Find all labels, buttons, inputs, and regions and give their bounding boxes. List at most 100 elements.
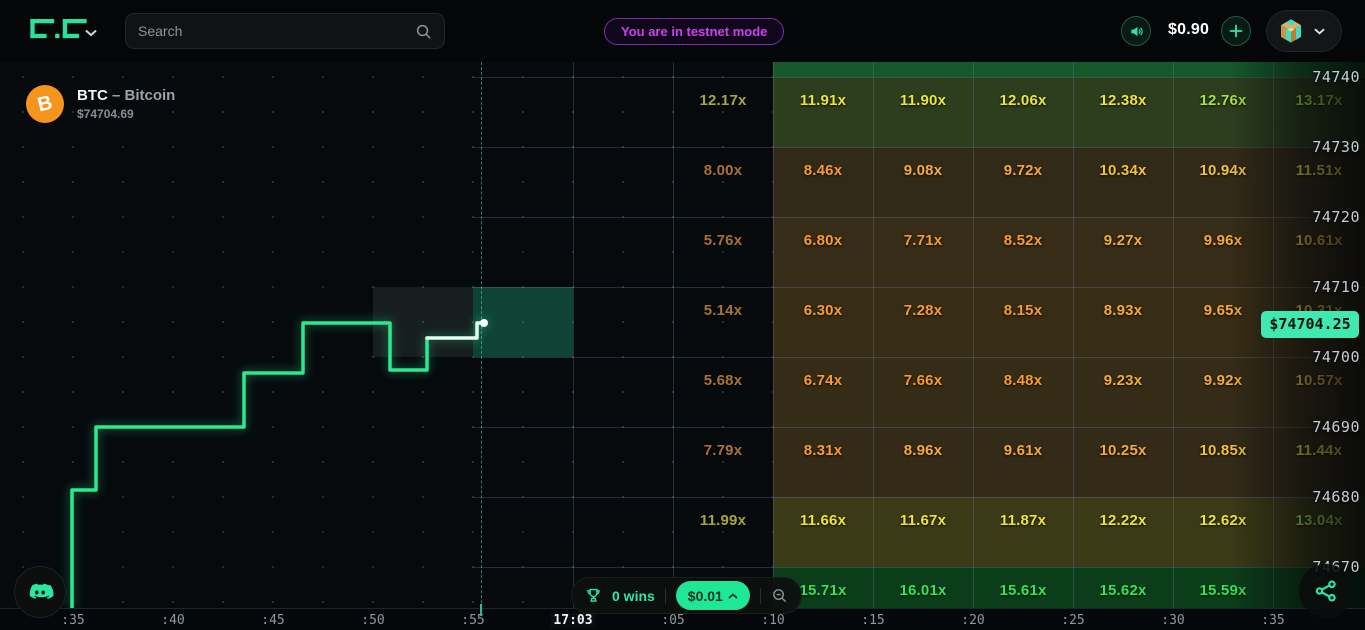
time-axis-label: :45 bbox=[261, 613, 284, 628]
price-axis-label: 74690 bbox=[1312, 418, 1360, 436]
multiplier-cell[interactable]: 5.14x bbox=[673, 287, 773, 357]
multiplier-cell[interactable]: 6.80x bbox=[773, 217, 873, 287]
multiplier-cell[interactable]: 10.34x bbox=[1073, 147, 1173, 217]
bitcoin-icon: B bbox=[26, 85, 64, 123]
gridline bbox=[1173, 62, 1174, 608]
multiplier-cell[interactable]: 7.28x bbox=[873, 287, 973, 357]
multiplier-cell[interactable]: 12.38x bbox=[1073, 77, 1173, 147]
multiplier-value: 5.14x bbox=[704, 302, 743, 319]
multiplier-value: 12.22x bbox=[1099, 512, 1146, 529]
multiplier-cell[interactable]: 12.22x bbox=[1073, 497, 1173, 567]
multiplier-value: 8.00x bbox=[704, 162, 743, 179]
time-axis-label: :25 bbox=[1061, 613, 1084, 628]
current-time-line bbox=[481, 62, 482, 608]
price-axis-label: 74740 bbox=[1312, 68, 1360, 86]
multiplier-value: 8.52x bbox=[1004, 232, 1043, 249]
multiplier-cell[interactable]: 15.61x bbox=[973, 567, 1073, 608]
multiplier-value: 8.15x bbox=[1004, 302, 1043, 319]
sound-button[interactable] bbox=[1121, 16, 1151, 46]
deposit-button[interactable] bbox=[1221, 16, 1251, 46]
multiplier-cell[interactable]: 5.76x bbox=[673, 217, 773, 287]
discord-button[interactable] bbox=[14, 566, 66, 618]
multiplier-cell[interactable]: 16.01x bbox=[873, 567, 973, 608]
search-box[interactable] bbox=[125, 13, 445, 49]
gridline bbox=[1073, 62, 1074, 608]
multiplier-cell[interactable]: 11.99x bbox=[673, 497, 773, 567]
multiplier-cell[interactable]: 9.23x bbox=[1073, 357, 1173, 427]
time-axis-label: :40 bbox=[161, 613, 184, 628]
multiplier-cell[interactable]: 9.61x bbox=[973, 427, 1073, 497]
multiplier-cell[interactable]: 6.30x bbox=[773, 287, 873, 357]
multiplier-value: 15.62x bbox=[1099, 582, 1146, 599]
multiplier-cell[interactable]: 9.08x bbox=[873, 147, 973, 217]
bet-box-pending[interactable] bbox=[373, 287, 473, 357]
multiplier-value: 8.46x bbox=[804, 162, 843, 179]
gridline bbox=[973, 62, 974, 608]
multiplier-value: 9.61x bbox=[1004, 442, 1043, 459]
zoom-out-icon[interactable] bbox=[771, 587, 788, 604]
multiplier-cell[interactable]: 7.79x bbox=[673, 427, 773, 497]
price-chart-area: 12.17x11.91x11.90x12.06x12.38x12.76x13.1… bbox=[0, 62, 1365, 608]
multiplier-cell[interactable]: 11.87x bbox=[973, 497, 1073, 567]
time-axis-label: :50 bbox=[361, 613, 384, 628]
multiplier-cell[interactable]: 12.06x bbox=[973, 77, 1073, 147]
time-axis-label: :20 bbox=[961, 613, 984, 628]
logo[interactable] bbox=[30, 19, 88, 45]
multiplier-value: 16.01x bbox=[899, 582, 946, 599]
multiplier-cell[interactable]: 11.90x bbox=[873, 77, 973, 147]
price-axis-label: 74720 bbox=[1312, 208, 1360, 226]
multiplier-value: 9.23x bbox=[1104, 372, 1143, 389]
multiplier-value: 12.38x bbox=[1099, 92, 1146, 109]
multiplier-value: 11.67x bbox=[900, 512, 946, 529]
multiplier-cell[interactable]: 7.71x bbox=[873, 217, 973, 287]
time-axis-label: :10 bbox=[761, 613, 784, 628]
multiplier-value: 7.66x bbox=[904, 372, 943, 389]
share-button[interactable] bbox=[1299, 564, 1353, 618]
multiplier-cell[interactable]: 8.96x bbox=[873, 427, 973, 497]
multiplier-cell[interactable]: 8.52x bbox=[973, 217, 1073, 287]
multiplier-value: 11.90x bbox=[900, 92, 946, 109]
multiplier-cell[interactable]: 11.67x bbox=[873, 497, 973, 567]
multiplier-cell[interactable]: 8.31x bbox=[773, 427, 873, 497]
multiplier-cell[interactable]: 15.62x bbox=[1073, 567, 1173, 608]
price-axis-label: 74710 bbox=[1312, 278, 1360, 296]
search-input[interactable] bbox=[126, 23, 415, 39]
multiplier-value: 11.87x bbox=[1000, 512, 1046, 529]
multiplier-value: 8.31x bbox=[804, 442, 843, 459]
chevron-down-icon bbox=[1313, 27, 1326, 36]
multiplier-cell[interactable]: 5.68x bbox=[673, 357, 773, 427]
multiplier-cell[interactable]: 8.48x bbox=[973, 357, 1073, 427]
current-price-tag: $74704.25 bbox=[1261, 311, 1359, 338]
trading-game-app: 12.17x11.91x11.90x12.06x12.38x12.76x13.1… bbox=[0, 0, 1365, 630]
bet-controls-bar: 0 wins $0.01 bbox=[571, 577, 802, 614]
multiplier-cell[interactable]: 12.17x bbox=[673, 77, 773, 147]
bet-amount-button[interactable]: $0.01 bbox=[676, 581, 750, 610]
speaker-icon bbox=[1129, 24, 1144, 39]
multiplier-cell[interactable]: 8.46x bbox=[773, 147, 873, 217]
multiplier-cell[interactable]: 11.66x bbox=[773, 497, 873, 567]
balance-amount: $0.90 bbox=[1168, 21, 1218, 39]
multiplier-value: 5.76x bbox=[704, 232, 743, 249]
multiplier-cell[interactable]: 9.72x bbox=[973, 147, 1073, 217]
chevron-down-icon[interactable] bbox=[84, 25, 98, 43]
multiplier-cell[interactable]: 8.93x bbox=[1073, 287, 1173, 357]
gridline bbox=[873, 62, 874, 608]
multiplier-cell[interactable]: 11.91x bbox=[773, 77, 873, 147]
multiplier-cell[interactable]: 7.66x bbox=[873, 357, 973, 427]
time-axis-label: :30 bbox=[1161, 613, 1184, 628]
multiplier-cell[interactable]: 9.27x bbox=[1073, 217, 1173, 287]
multiplier-cell[interactable]: 8.15x bbox=[973, 287, 1073, 357]
multiplier-value: 15.71x bbox=[799, 582, 846, 599]
multiplier-value: 10.34x bbox=[1099, 162, 1146, 179]
profile-menu[interactable] bbox=[1266, 10, 1342, 52]
current-time-tick bbox=[480, 604, 482, 616]
discord-icon bbox=[26, 578, 54, 606]
top-bar: You are in testnet mode $0.90 bbox=[0, 0, 1365, 62]
asset-symbol: BTC bbox=[77, 87, 108, 104]
multiplier-cell[interactable]: 6.74x bbox=[773, 357, 873, 427]
multiplier-cell[interactable]: 10.25x bbox=[1073, 427, 1173, 497]
current-time-label: 17:03 bbox=[550, 613, 595, 628]
multiplier-cell[interactable]: 8.00x bbox=[673, 147, 773, 217]
asset-header: B BTC – Bitcoin $74704.69 bbox=[26, 85, 175, 123]
bet-box-active[interactable] bbox=[473, 287, 573, 357]
